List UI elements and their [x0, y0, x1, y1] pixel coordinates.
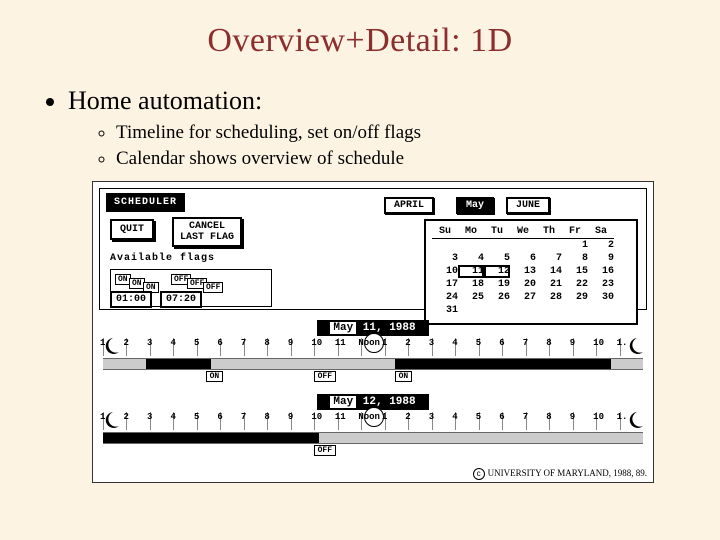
on-flag[interactable]: ON: [395, 371, 413, 382]
calendar-day[interactable]: 25: [458, 291, 484, 304]
bullet-sub-1: Timeline for scheduling, set on/off flag…: [116, 120, 680, 146]
off-flag[interactable]: OFF: [314, 445, 336, 456]
calendar-day[interactable]: [536, 239, 562, 252]
calendar-day[interactable]: 27: [510, 291, 536, 304]
calendar-day[interactable]: 5: [484, 252, 510, 265]
hour-ruler: [103, 338, 643, 356]
calendar-day[interactable]: 16: [588, 265, 614, 278]
calendar[interactable]: SuMoTuWeThFrSa12345678910111213141516171…: [424, 219, 638, 325]
calendar-day[interactable]: 10: [432, 265, 458, 278]
scheduler-label: SCHEDULER: [106, 193, 185, 212]
calendar-day[interactable]: 20: [510, 278, 536, 291]
schedule-track[interactable]: ONOFFON: [103, 358, 643, 370]
calendar-day[interactable]: 28: [536, 291, 562, 304]
bullet-main-text: Home automation:: [68, 86, 262, 115]
calendar-day[interactable]: [510, 239, 536, 252]
month-next-button[interactable]: JUNE: [506, 197, 550, 214]
bullet-sub-2: Calendar shows overview of schedule: [116, 146, 680, 172]
calendar-day[interactable]: 24: [432, 291, 458, 304]
flag-off[interactable]: OFF: [203, 282, 223, 293]
calendar-day[interactable]: [484, 304, 510, 317]
calendar-day[interactable]: [432, 239, 458, 252]
copyright-icon: c: [473, 468, 485, 480]
schedule-track[interactable]: OFF: [103, 432, 643, 444]
calendar-day[interactable]: 23: [588, 278, 614, 291]
calendar-day[interactable]: 13: [510, 265, 536, 278]
calendar-day[interactable]: 31: [432, 304, 458, 317]
calendar-day[interactable]: 14: [536, 265, 562, 278]
calendar-day[interactable]: 3: [432, 252, 458, 265]
cancel-last-flag-button[interactable]: CANCEL LAST FLAG: [172, 217, 242, 247]
calendar-day[interactable]: 4: [458, 252, 484, 265]
slide-title: Overview+Detail: 1D: [40, 22, 680, 60]
credit-line: cUNIVERSITY OF MARYLAND, 1988, 89.: [473, 468, 647, 480]
calendar-day[interactable]: 26: [484, 291, 510, 304]
calendar-day[interactable]: [562, 304, 588, 317]
calendar-day[interactable]: 30: [588, 291, 614, 304]
calendar-day[interactable]: 8: [562, 252, 588, 265]
calendar-day[interactable]: 6: [510, 252, 536, 265]
calendar-day[interactable]: 2: [588, 239, 614, 252]
bullet-list: Home automation: Timeline for scheduling…: [40, 86, 680, 171]
month-current[interactable]: May: [456, 197, 494, 214]
time-readout-1: 01:00: [110, 291, 152, 308]
calendar-day[interactable]: 18: [458, 278, 484, 291]
calendar-day[interactable]: [588, 304, 614, 317]
quit-button[interactable]: QUIT: [110, 219, 154, 240]
calendar-day[interactable]: 21: [536, 278, 562, 291]
calendar-day[interactable]: [458, 304, 484, 317]
month-prev-button[interactable]: APRIL: [384, 197, 434, 214]
bullet-main: Home automation: Timeline for scheduling…: [68, 86, 680, 171]
hour-ruler: [103, 412, 643, 430]
calendar-day[interactable]: 29: [562, 291, 588, 304]
calendar-day[interactable]: 19: [484, 278, 510, 291]
embedded-screenshot: SCHEDULER QUIT CANCEL LAST FLAG Availabl…: [92, 181, 654, 483]
calendar-day[interactable]: 22: [562, 278, 588, 291]
calendar-day[interactable]: 15: [562, 265, 588, 278]
timeline-day-2: May 12, 1988May 12, 1988 OFF: [99, 394, 647, 444]
timeline-day-1: May May 11, 198811, 1988 ONOFFON: [99, 320, 647, 370]
available-flags-label: Available flags: [110, 253, 215, 264]
time-readout-2: 07:20: [160, 291, 202, 308]
on-flag[interactable]: ON: [206, 371, 224, 382]
calendar-day[interactable]: 1: [562, 239, 588, 252]
calendar-day[interactable]: 17: [432, 278, 458, 291]
calendar-day[interactable]: 11: [458, 265, 484, 278]
off-flag[interactable]: OFF: [314, 371, 336, 382]
calendar-day[interactable]: 7: [536, 252, 562, 265]
calendar-day[interactable]: [536, 304, 562, 317]
calendar-day[interactable]: 12: [484, 265, 510, 278]
calendar-day[interactable]: [484, 239, 510, 252]
calendar-day[interactable]: 9: [588, 252, 614, 265]
calendar-day[interactable]: [458, 239, 484, 252]
top-panel: SCHEDULER QUIT CANCEL LAST FLAG Availabl…: [99, 188, 647, 310]
calendar-day[interactable]: [510, 304, 536, 317]
